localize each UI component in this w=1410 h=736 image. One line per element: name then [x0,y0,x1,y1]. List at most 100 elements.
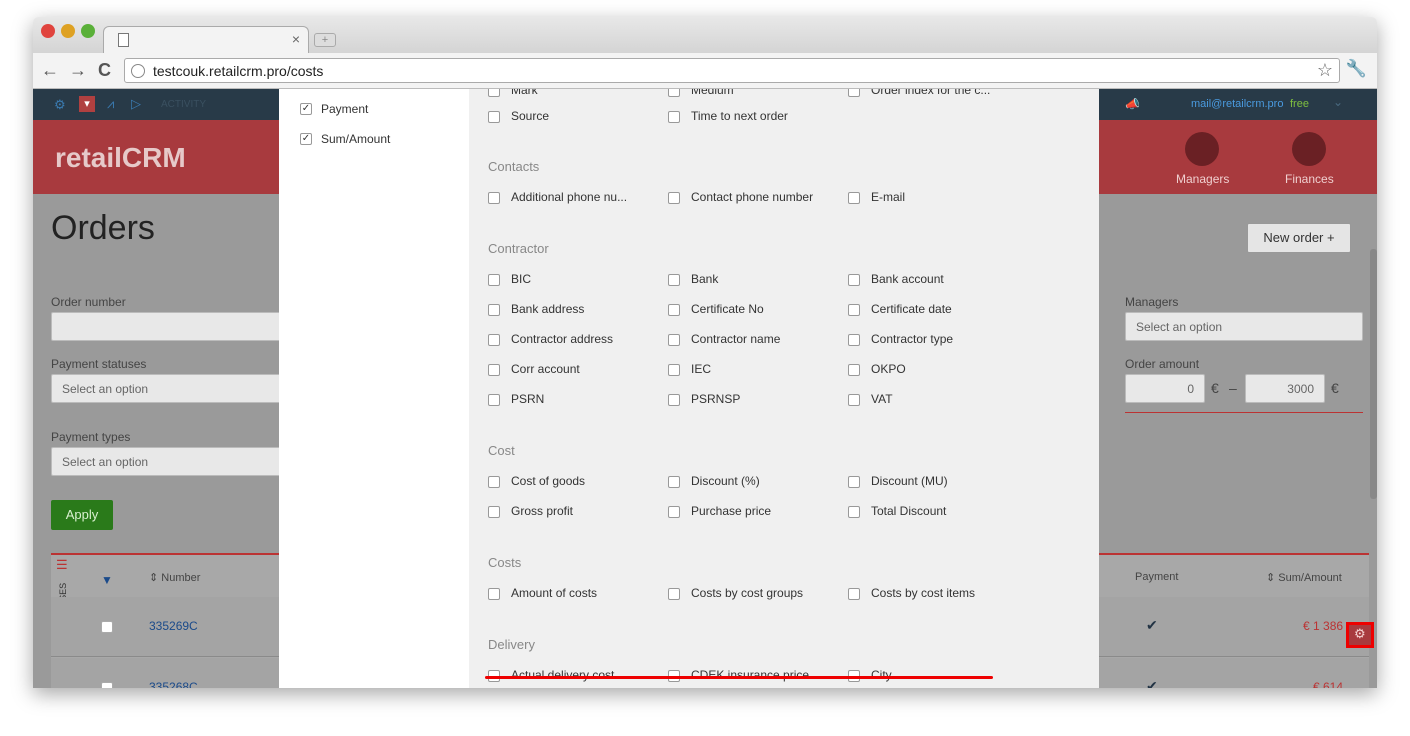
url-text: testcouk.retailcrm.pro/costs [153,63,324,79]
column-option-label: VAT [871,392,893,406]
browser-toolbar: ← → C testcouk.retailcrm.pro/costs ☆ 🔧 [33,53,1377,89]
play-icon[interactable]: ▷ [131,96,141,112]
section-heading: Cost [488,443,515,458]
new-tab-button[interactable]: + [314,33,336,47]
column-option-checkbox[interactable] [848,89,860,97]
column-option-checkbox[interactable] [848,506,860,518]
column-option-checkbox[interactable] [848,304,860,316]
column-option-label: Total Discount [871,504,947,518]
column-option-checkbox[interactable] [668,588,680,600]
new-order-button[interactable]: New order + [1247,223,1351,253]
column-option-checkbox[interactable] [848,588,860,600]
payment-statuses-label: Payment statuses [51,357,147,371]
cart-icon[interactable]: ▾ [79,96,95,112]
column-option-label: Costs by cost items [871,586,976,600]
column-option-checkbox[interactable] [668,304,680,316]
maximize-window-icon[interactable] [81,24,95,38]
chevron-down-icon[interactable]: ⌄ [1333,95,1343,109]
column-option-label: Bank account [871,272,944,286]
page-scrollbar[interactable] [1370,249,1377,499]
nav-managers[interactable]: Managers [1176,172,1229,186]
address-bar[interactable]: testcouk.retailcrm.pro/costs ☆ [124,58,1340,83]
payment-statuses-select[interactable]: Select an option [51,374,291,403]
column-option-label: Purchase price [691,504,772,518]
column-option-checkbox[interactable] [488,334,500,346]
column-option-checkbox[interactable] [488,476,500,488]
column-option-checkbox[interactable] [488,304,500,316]
checkbox-sum-amount[interactable]: ✓ [300,133,312,145]
column-payment[interactable]: Payment [1135,571,1178,583]
column-option-checkbox[interactable] [488,394,500,406]
column-number[interactable]: ⇕ Number [149,571,200,584]
row-checkbox[interactable] [101,682,113,688]
table-settings-button[interactable]: ⚙ [1346,622,1374,648]
minimize-window-icon[interactable] [61,24,75,38]
payment-status-icon: ✔ [1146,617,1158,633]
section-heading: Contacts [488,159,540,174]
megaphone-icon[interactable]: 📣 [1125,97,1140,111]
order-number-input[interactable] [51,312,291,341]
order-number-link[interactable]: 335269C [149,619,198,633]
column-option-checkbox[interactable] [848,476,860,488]
column-option-checkbox[interactable] [668,111,680,123]
close-window-icon[interactable] [41,24,55,38]
settings-icon[interactable]: ⚙ [54,97,66,113]
column-option-label: Contractor type [871,332,954,346]
column-option-label: PSRNSP [691,392,741,406]
column-option-label: Source [511,109,550,123]
column-option-checkbox[interactable] [668,192,680,204]
tab-bar: × + [33,17,1377,54]
nav-finances[interactable]: Finances [1285,172,1334,186]
back-icon[interactable]: ← [41,60,59,81]
column-option-checkbox[interactable] [488,111,500,123]
payment-types-select[interactable]: Select an option [51,447,291,476]
column-option-checkbox[interactable] [488,89,500,97]
column-option-checkbox[interactable] [848,334,860,346]
finances-icon[interactable] [1292,132,1326,166]
plan-badge: free [1290,98,1309,110]
column-option-checkbox[interactable] [848,364,860,376]
column-option-checkbox[interactable] [668,394,680,406]
column-option-label: Bank address [511,302,585,316]
column-option-checkbox[interactable] [488,192,500,204]
column-option-label: Order index for the c... [871,89,991,97]
amount-from-input[interactable]: 0 [1125,374,1205,403]
column-option-checkbox[interactable] [668,476,680,488]
reload-icon[interactable]: C [98,60,111,81]
browser-tab[interactable]: × [103,26,309,54]
column-option-checkbox[interactable] [848,394,860,406]
column-option-checkbox[interactable] [668,364,680,376]
column-option-checkbox[interactable] [848,192,860,204]
managers-avatar-icon[interactable] [1185,132,1219,166]
column-option-checkbox[interactable] [668,89,680,97]
column-option-checkbox[interactable] [848,274,860,286]
column-option-checkbox[interactable] [488,588,500,600]
column-option-label: Discount (%) [691,474,760,488]
column-option-checkbox[interactable] [668,506,680,518]
checkbox-payment[interactable]: ✓ [300,103,312,115]
sort-toggle-icon[interactable]: ▼ [101,573,113,587]
column-option-checkbox[interactable] [668,334,680,346]
forward-icon[interactable]: → [69,60,87,81]
bookmark-star-icon[interactable]: ☆ [1317,60,1333,81]
analytics-icon[interactable]: ⩘ [107,96,114,112]
column-option-checkbox[interactable] [488,364,500,376]
column-option-label: Contractor name [691,332,781,346]
amount-to-input[interactable]: 3000 [1245,374,1325,403]
column-sum[interactable]: ⇕ Sum/Amount [1266,571,1342,584]
column-option-checkbox[interactable] [488,506,500,518]
column-option-checkbox[interactable] [488,274,500,286]
row-checkbox[interactable] [101,621,113,633]
column-option-label: Amount of costs [511,586,598,600]
user-email[interactable]: mail@retailcrm.pro [1191,98,1283,110]
column-option-label: Costs by cost groups [691,586,804,600]
order-number-link[interactable]: 335268C [149,680,198,688]
wrench-icon[interactable]: 🔧 [1346,59,1367,79]
tab-close-icon[interactable]: × [292,31,300,47]
apply-button[interactable]: Apply [51,500,113,530]
column-option-checkbox[interactable] [668,274,680,286]
activity-link[interactable]: ACTIVITY [161,99,206,110]
globe-icon [131,64,145,78]
column-option-label: Certificate No [691,302,764,316]
managers-select[interactable]: Select an option [1125,312,1363,341]
